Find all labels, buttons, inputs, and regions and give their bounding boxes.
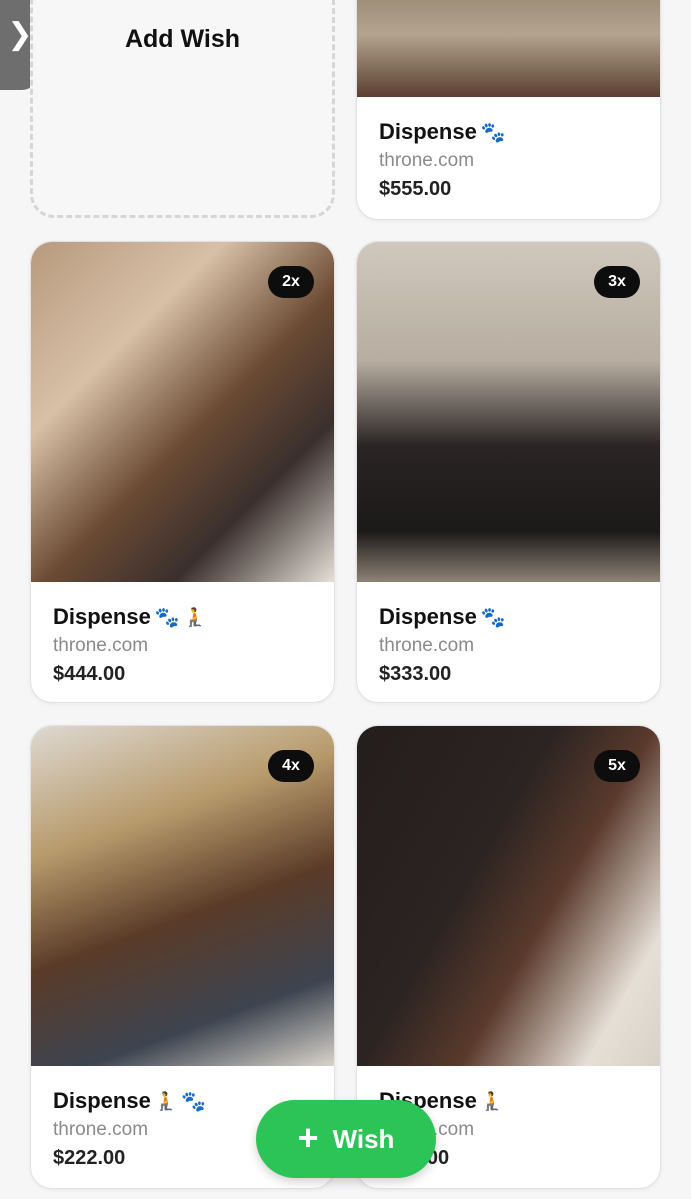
wish-title: Dispense 🐾 🧎 (53, 604, 207, 629)
paw-icon: 🐾 (480, 606, 506, 629)
kneeling-person-icon: 🧎 (154, 1090, 178, 1111)
add-wish-button[interactable]: + Wish (256, 1100, 436, 1178)
wish-site: throne.com (53, 635, 149, 656)
paw-icon: 🐾 (181, 1090, 207, 1113)
wish-title: Dispense 🐾 (379, 604, 506, 629)
quantity-badge: 5x (594, 750, 640, 782)
add-wish-label: Add Wish (124, 25, 241, 53)
wish-price: $333.00 (379, 663, 452, 685)
paw-icon: 🐾 (154, 606, 180, 629)
quantity-badge: 2x (268, 266, 314, 298)
wish-price: $444.00 (53, 663, 126, 685)
quantity-badge: 4x (268, 750, 314, 782)
wish-site: throne.com (379, 635, 475, 656)
paw-icon: 🐾 (480, 121, 506, 144)
wish-photo (357, 0, 660, 97)
wish-price: $555.00 (379, 178, 452, 200)
add-wish-button-label: Wish (332, 1123, 395, 1154)
add-wish-card[interactable]: Add Wish (30, 0, 335, 218)
wish-title: Dispense 🐾 (379, 119, 506, 144)
wish-card[interactable]: Dispense 🐾 throne.com $555.00 (356, 0, 661, 220)
wish-card[interactable]: 3x Dispense 🐾 throne.com $333.00 (356, 241, 661, 703)
chevron-right-icon: ❯ (7, 18, 33, 51)
kneeling-person-icon: 🧎 (183, 606, 207, 627)
kneeling-person-icon: 🧎 (480, 1090, 504, 1111)
quantity-badge: 3x (594, 266, 640, 298)
wish-site: throne.com (379, 150, 475, 171)
wish-card[interactable]: 2x Dispense 🐾 🧎 throne.com $444.00 (30, 241, 335, 703)
plus-icon: + (297, 1116, 319, 1158)
